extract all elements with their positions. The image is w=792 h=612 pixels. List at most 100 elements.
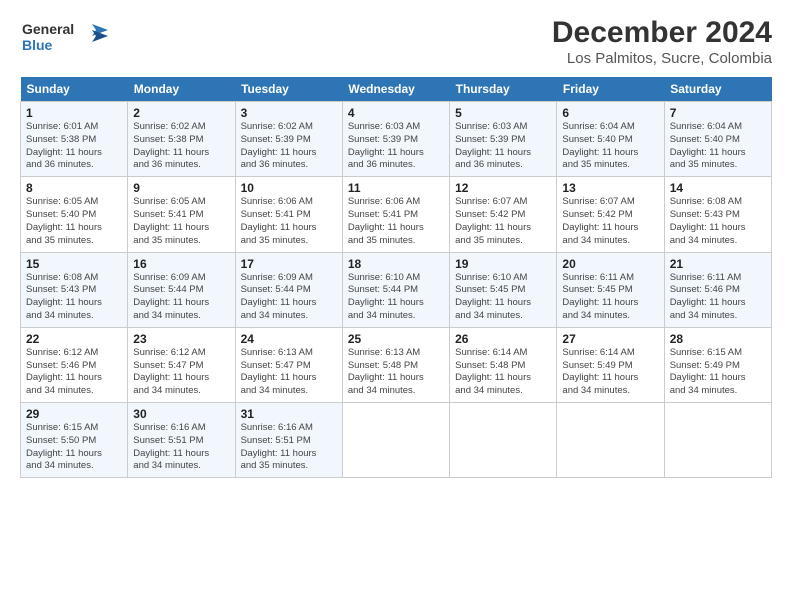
day-number: 7 xyxy=(670,106,766,120)
day-info: Sunrise: 6:11 AMSunset: 5:46 PMDaylight:… xyxy=(670,272,766,323)
day-info: Sunrise: 6:15 AMSunset: 5:50 PMDaylight:… xyxy=(26,422,122,473)
day-info: Sunrise: 6:02 AMSunset: 5:38 PMDaylight:… xyxy=(133,121,229,172)
calendar-cell: 19Sunrise: 6:10 AMSunset: 5:45 PMDayligh… xyxy=(450,252,557,327)
calendar-cell: 29Sunrise: 6:15 AMSunset: 5:50 PMDayligh… xyxy=(21,403,128,478)
day-number: 18 xyxy=(348,257,444,271)
day-number: 28 xyxy=(670,332,766,346)
day-info: Sunrise: 6:16 AMSunset: 5:51 PMDaylight:… xyxy=(241,422,337,473)
day-info: Sunrise: 6:06 AMSunset: 5:41 PMDaylight:… xyxy=(241,196,337,247)
calendar-cell: 14Sunrise: 6:08 AMSunset: 5:43 PMDayligh… xyxy=(664,177,771,252)
week-row-4: 22Sunrise: 6:12 AMSunset: 5:46 PMDayligh… xyxy=(21,327,772,402)
calendar-cell: 1Sunrise: 6:01 AMSunset: 5:38 PMDaylight… xyxy=(21,102,128,177)
day-number: 19 xyxy=(455,257,551,271)
calendar-cell: 7Sunrise: 6:04 AMSunset: 5:40 PMDaylight… xyxy=(664,102,771,177)
weekday-wednesday: Wednesday xyxy=(342,77,449,102)
day-number: 2 xyxy=(133,106,229,120)
calendar-cell: 5Sunrise: 6:03 AMSunset: 5:39 PMDaylight… xyxy=(450,102,557,177)
calendar-cell: 4Sunrise: 6:03 AMSunset: 5:39 PMDaylight… xyxy=(342,102,449,177)
day-number: 29 xyxy=(26,407,122,421)
day-info: Sunrise: 6:08 AMSunset: 5:43 PMDaylight:… xyxy=(26,272,122,323)
weekday-monday: Monday xyxy=(128,77,235,102)
week-row-1: 1Sunrise: 6:01 AMSunset: 5:38 PMDaylight… xyxy=(21,102,772,177)
calendar-cell: 30Sunrise: 6:16 AMSunset: 5:51 PMDayligh… xyxy=(128,403,235,478)
day-number: 3 xyxy=(241,106,337,120)
day-number: 30 xyxy=(133,407,229,421)
day-info: Sunrise: 6:05 AMSunset: 5:41 PMDaylight:… xyxy=(133,196,229,247)
svg-text:Blue: Blue xyxy=(22,37,53,53)
day-number: 25 xyxy=(348,332,444,346)
day-info: Sunrise: 6:12 AMSunset: 5:46 PMDaylight:… xyxy=(26,347,122,398)
calendar-cell xyxy=(664,403,771,478)
day-number: 31 xyxy=(241,407,337,421)
day-info: Sunrise: 6:03 AMSunset: 5:39 PMDaylight:… xyxy=(455,121,551,172)
day-info: Sunrise: 6:14 AMSunset: 5:48 PMDaylight:… xyxy=(455,347,551,398)
day-info: Sunrise: 6:04 AMSunset: 5:40 PMDaylight:… xyxy=(670,121,766,172)
calendar-cell: 31Sunrise: 6:16 AMSunset: 5:51 PMDayligh… xyxy=(235,403,342,478)
day-number: 1 xyxy=(26,106,122,120)
day-number: 9 xyxy=(133,181,229,195)
logo-text: General Blue xyxy=(20,16,110,63)
weekday-thursday: Thursday xyxy=(450,77,557,102)
day-number: 14 xyxy=(670,181,766,195)
calendar-cell: 23Sunrise: 6:12 AMSunset: 5:47 PMDayligh… xyxy=(128,327,235,402)
day-info: Sunrise: 6:07 AMSunset: 5:42 PMDaylight:… xyxy=(562,196,658,247)
calendar-cell: 9Sunrise: 6:05 AMSunset: 5:41 PMDaylight… xyxy=(128,177,235,252)
calendar-cell: 21Sunrise: 6:11 AMSunset: 5:46 PMDayligh… xyxy=(664,252,771,327)
calendar-cell: 8Sunrise: 6:05 AMSunset: 5:40 PMDaylight… xyxy=(21,177,128,252)
day-info: Sunrise: 6:13 AMSunset: 5:48 PMDaylight:… xyxy=(348,347,444,398)
day-number: 4 xyxy=(348,106,444,120)
calendar-table: SundayMondayTuesdayWednesdayThursdayFrid… xyxy=(20,77,772,478)
svg-text:General: General xyxy=(22,21,74,37)
day-info: Sunrise: 6:16 AMSunset: 5:51 PMDaylight:… xyxy=(133,422,229,473)
calendar-cell: 20Sunrise: 6:11 AMSunset: 5:45 PMDayligh… xyxy=(557,252,664,327)
weekday-header-row: SundayMondayTuesdayWednesdayThursdayFrid… xyxy=(21,77,772,102)
calendar-cell: 15Sunrise: 6:08 AMSunset: 5:43 PMDayligh… xyxy=(21,252,128,327)
calendar-cell xyxy=(450,403,557,478)
day-info: Sunrise: 6:03 AMSunset: 5:39 PMDaylight:… xyxy=(348,121,444,172)
day-info: Sunrise: 6:09 AMSunset: 5:44 PMDaylight:… xyxy=(241,272,337,323)
day-info: Sunrise: 6:14 AMSunset: 5:49 PMDaylight:… xyxy=(562,347,658,398)
calendar-cell: 6Sunrise: 6:04 AMSunset: 5:40 PMDaylight… xyxy=(557,102,664,177)
day-number: 17 xyxy=(241,257,337,271)
weekday-sunday: Sunday xyxy=(21,77,128,102)
day-info: Sunrise: 6:12 AMSunset: 5:47 PMDaylight:… xyxy=(133,347,229,398)
day-info: Sunrise: 6:05 AMSunset: 5:40 PMDaylight:… xyxy=(26,196,122,247)
weekday-saturday: Saturday xyxy=(664,77,771,102)
day-info: Sunrise: 6:01 AMSunset: 5:38 PMDaylight:… xyxy=(26,121,122,172)
day-number: 16 xyxy=(133,257,229,271)
calendar-cell: 11Sunrise: 6:06 AMSunset: 5:41 PMDayligh… xyxy=(342,177,449,252)
subtitle: Los Palmitos, Sucre, Colombia xyxy=(552,50,772,67)
calendar-cell: 16Sunrise: 6:09 AMSunset: 5:44 PMDayligh… xyxy=(128,252,235,327)
day-info: Sunrise: 6:15 AMSunset: 5:49 PMDaylight:… xyxy=(670,347,766,398)
calendar-cell: 27Sunrise: 6:14 AMSunset: 5:49 PMDayligh… xyxy=(557,327,664,402)
day-number: 15 xyxy=(26,257,122,271)
calendar-cell: 12Sunrise: 6:07 AMSunset: 5:42 PMDayligh… xyxy=(450,177,557,252)
day-number: 21 xyxy=(670,257,766,271)
calendar-cell: 10Sunrise: 6:06 AMSunset: 5:41 PMDayligh… xyxy=(235,177,342,252)
day-info: Sunrise: 6:07 AMSunset: 5:42 PMDaylight:… xyxy=(455,196,551,247)
week-row-2: 8Sunrise: 6:05 AMSunset: 5:40 PMDaylight… xyxy=(21,177,772,252)
calendar-cell: 18Sunrise: 6:10 AMSunset: 5:44 PMDayligh… xyxy=(342,252,449,327)
title-block: December 2024 Los Palmitos, Sucre, Colom… xyxy=(552,16,772,67)
weekday-friday: Friday xyxy=(557,77,664,102)
calendar-page: General Blue December 2024 Los Palmitos,… xyxy=(0,0,792,612)
day-info: Sunrise: 6:11 AMSunset: 5:45 PMDaylight:… xyxy=(562,272,658,323)
day-number: 11 xyxy=(348,181,444,195)
calendar-cell xyxy=(342,403,449,478)
week-row-5: 29Sunrise: 6:15 AMSunset: 5:50 PMDayligh… xyxy=(21,403,772,478)
main-title: December 2024 xyxy=(552,16,772,50)
day-info: Sunrise: 6:04 AMSunset: 5:40 PMDaylight:… xyxy=(562,121,658,172)
calendar-cell: 13Sunrise: 6:07 AMSunset: 5:42 PMDayligh… xyxy=(557,177,664,252)
calendar-cell: 24Sunrise: 6:13 AMSunset: 5:47 PMDayligh… xyxy=(235,327,342,402)
calendar-cell: 25Sunrise: 6:13 AMSunset: 5:48 PMDayligh… xyxy=(342,327,449,402)
day-number: 8 xyxy=(26,181,122,195)
day-number: 13 xyxy=(562,181,658,195)
calendar-cell xyxy=(557,403,664,478)
calendar-cell: 28Sunrise: 6:15 AMSunset: 5:49 PMDayligh… xyxy=(664,327,771,402)
day-number: 12 xyxy=(455,181,551,195)
day-info: Sunrise: 6:09 AMSunset: 5:44 PMDaylight:… xyxy=(133,272,229,323)
day-number: 26 xyxy=(455,332,551,346)
day-number: 27 xyxy=(562,332,658,346)
day-number: 6 xyxy=(562,106,658,120)
day-info: Sunrise: 6:10 AMSunset: 5:45 PMDaylight:… xyxy=(455,272,551,323)
